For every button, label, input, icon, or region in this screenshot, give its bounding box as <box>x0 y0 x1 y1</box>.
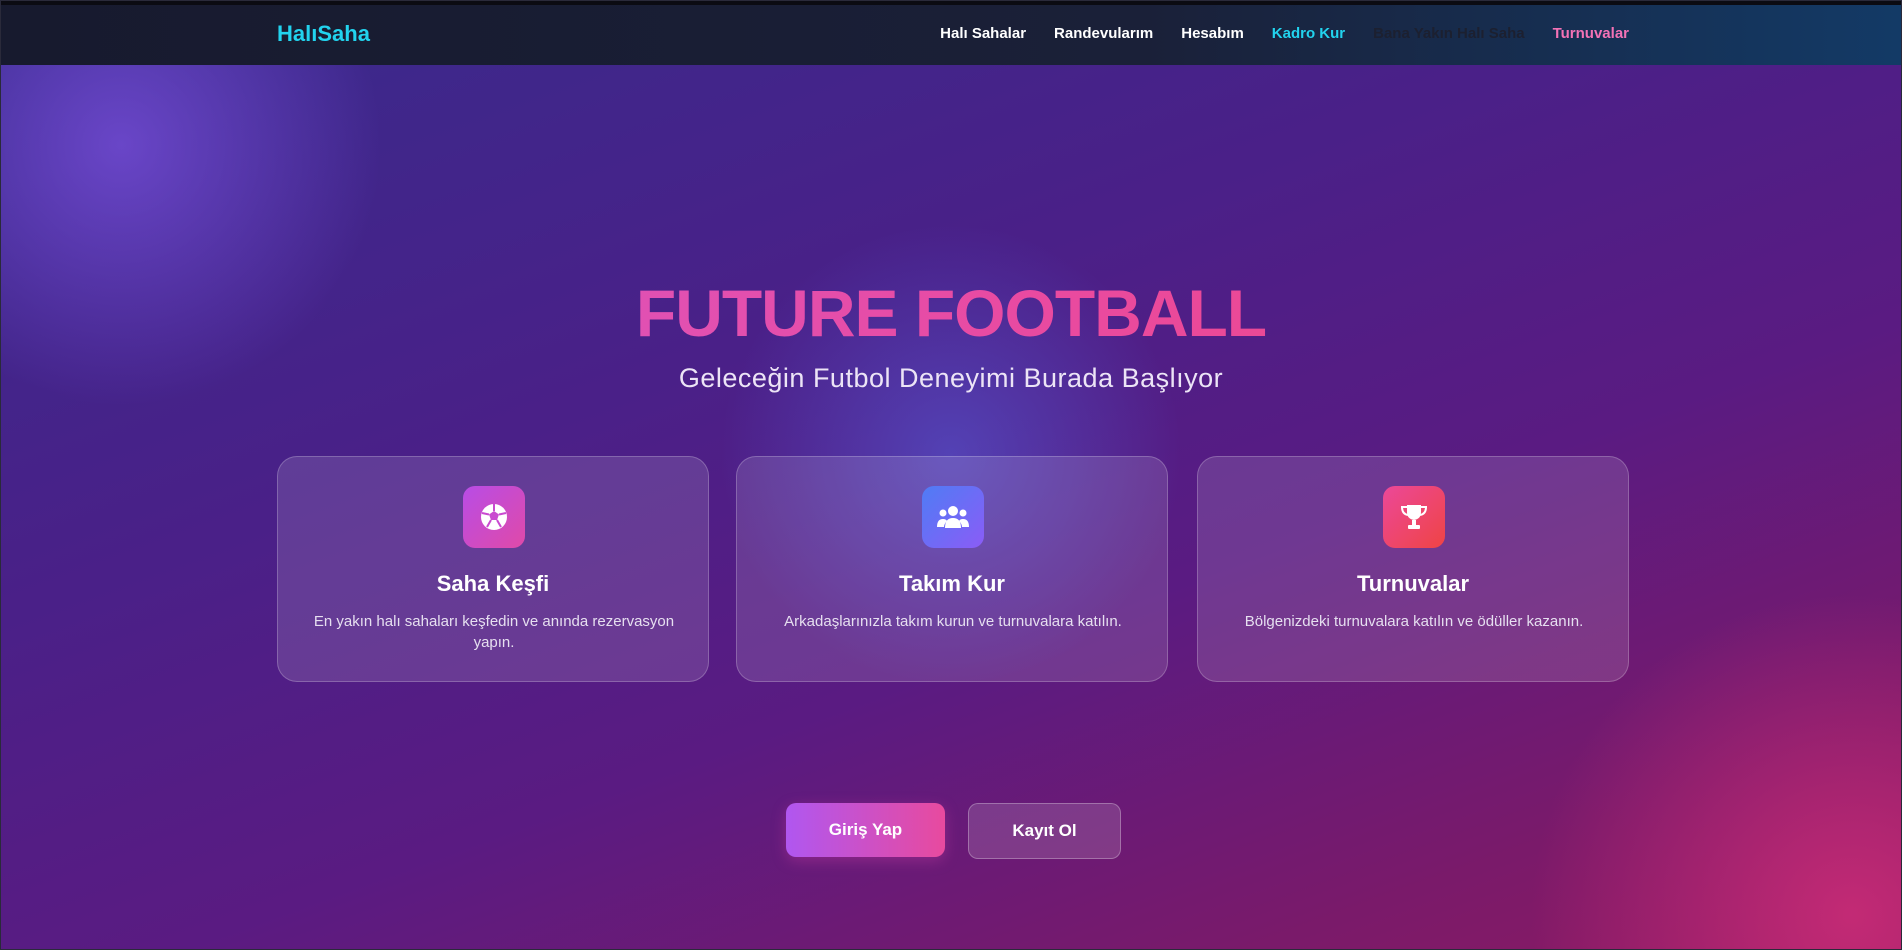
feature-card-title: Turnuvalar <box>1356 571 1470 596</box>
nav-item-randevularim[interactable]: Randevularım <box>1054 25 1153 42</box>
register-button[interactable]: Kayıt Ol <box>968 803 1121 859</box>
feature-card-turnuvalar[interactable]: Turnuvalar Bölgenizdeki turnuvalara katı… <box>1197 456 1629 682</box>
feature-card-takim-kur[interactable]: Takım Kur Arkadaşlarınızla takım kurun v… <box>736 456 1168 682</box>
top-navbar: HalıSaha Halı Sahalar Randevularım Hesab… <box>1 1 1901 65</box>
hero-section: FUTURE FOOTBALL Geleceğin Futbol Deneyim… <box>1 65 1901 949</box>
nav-item-hali-sahalar[interactable]: Halı Sahalar <box>940 25 1026 42</box>
nav-item-turnuvalar[interactable]: Turnuvalar <box>1553 25 1629 42</box>
nav-item-kadro-kur[interactable]: Kadro Kur <box>1272 25 1345 42</box>
feature-card-description: Arkadaşlarınızla takım kurun ve turnuval… <box>784 613 1122 630</box>
feature-card-description: En yakın halı sahaları keşfedin ve anınd… <box>313 613 675 651</box>
feature-card-title: Takım Kur <box>899 571 1005 596</box>
brand-logo[interactable]: HalıSaha <box>277 21 370 47</box>
nav-links: Halı Sahalar Randevularım Hesabım Kadro … <box>940 25 1629 42</box>
trophy-icon <box>1383 486 1445 548</box>
nav-item-bana-yakin-hali-saha[interactable]: Bana Yakın Halı Saha <box>1373 25 1524 42</box>
hero-title: FUTURE FOOTBALL <box>1 275 1901 351</box>
feature-card-description: Bölgenizdeki turnuvalara katılın ve ödül… <box>1244 613 1584 630</box>
feature-card-saha-kesfi[interactable]: Saha Keşfi En yakın halı sahaları keşfed… <box>277 456 709 682</box>
feature-card-title: Saha Keşfi <box>436 571 550 596</box>
app-window: HalıSaha Halı Sahalar Randevularım Hesab… <box>0 0 1902 950</box>
login-button[interactable]: Giriş Yap <box>786 803 945 857</box>
soccer-ball-icon <box>463 486 525 548</box>
nav-item-hesabim[interactable]: Hesabım <box>1181 25 1244 42</box>
users-icon <box>922 486 984 548</box>
hero-subtitle: Geleceğin Futbol Deneyimi Burada Başlıyo… <box>678 363 1224 393</box>
